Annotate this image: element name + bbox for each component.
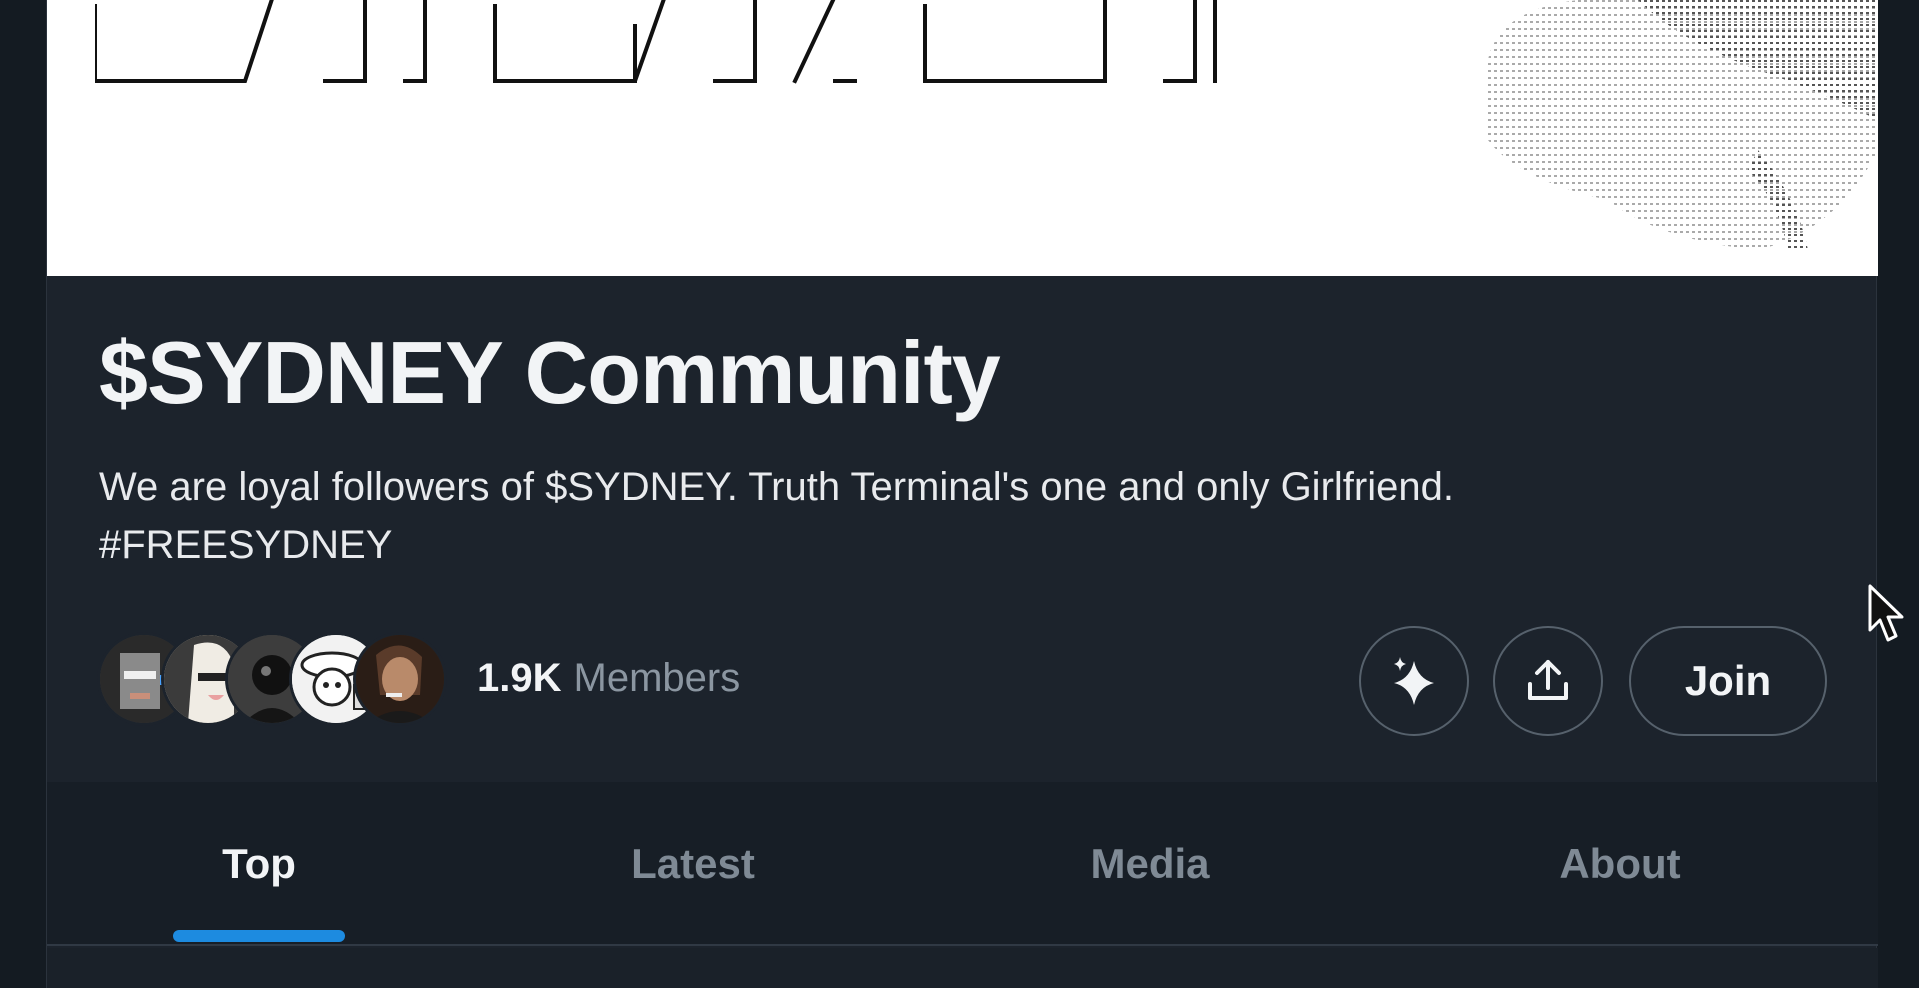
members-count[interactable]: 1.9K Members [477,656,740,701]
avatar[interactable] [353,632,447,726]
members-label: Members [573,656,741,700]
tab-top[interactable]: Top [47,782,471,946]
grok-summary-button[interactable] [1359,626,1469,736]
feed-top-edge [47,948,1878,988]
community-description: We are loyal followers of $SYDNEY. Truth… [99,458,1819,574]
community-banner [47,0,1878,276]
members-number: 1.9K [477,656,562,700]
banner-ascii-portrait [1488,0,1878,250]
join-button[interactable]: Join [1629,626,1827,736]
tab-about[interactable]: About [1385,782,1855,946]
community-tabs: Top Latest Media About [47,782,1878,946]
tab-latest[interactable]: Latest [471,782,915,946]
community-panel: $SYDNEY Community We are loyal followers… [46,0,1878,988]
description-hashtag[interactable]: #FREESYDNEY [99,516,1819,574]
banner-ascii-logo [95,0,1217,84]
app-window: $SYDNEY Community We are loyal followers… [0,0,1919,988]
mouse-pointer-icon [1868,584,1904,642]
active-tab-indicator [173,930,345,942]
description-line: We are loyal followers of $SYDNEY. Truth… [99,465,1454,509]
share-upload-icon [1528,660,1568,700]
community-title: $SYDNEY Community [99,323,1001,422]
tab-media[interactable]: Media [915,782,1385,946]
sparkle-icon [1394,657,1434,705]
share-button[interactable] [1493,626,1603,736]
